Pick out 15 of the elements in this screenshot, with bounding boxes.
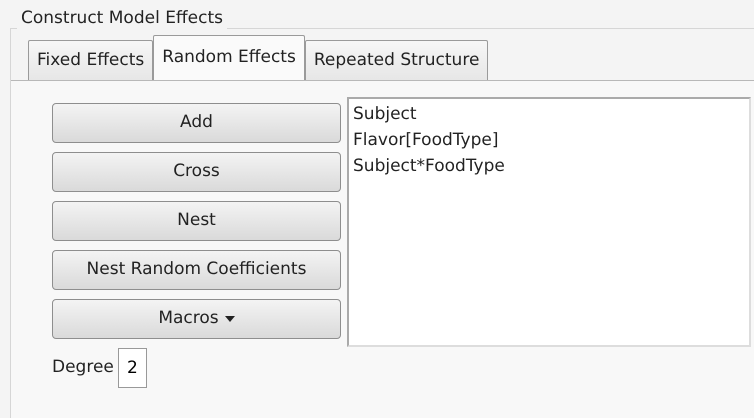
tab[interactable]: Fixed Effects xyxy=(28,40,154,80)
macros-dropdown[interactable]: Macros xyxy=(52,299,341,339)
degree-field[interactable]: 2 xyxy=(118,348,147,388)
action-button[interactable]: Add xyxy=(52,103,341,143)
tab[interactable]: Repeated Structure xyxy=(304,40,488,80)
tab[interactable]: Random Effects xyxy=(153,35,305,80)
list-item[interactable]: Subject*FoodType xyxy=(353,153,745,179)
list-item[interactable]: Subject xyxy=(353,101,745,127)
effects-list[interactable]: Subject Flavor[FoodType] Subject*FoodType xyxy=(347,97,751,347)
action-button[interactable]: Nest Random Coefficients xyxy=(52,250,341,290)
action-button[interactable]: Cross xyxy=(52,152,341,192)
list-item[interactable]: Flavor[FoodType] xyxy=(353,127,745,153)
degree-label: Degree xyxy=(52,356,114,380)
action-button[interactable]: Nest xyxy=(52,201,341,241)
caret-icon xyxy=(224,316,235,322)
